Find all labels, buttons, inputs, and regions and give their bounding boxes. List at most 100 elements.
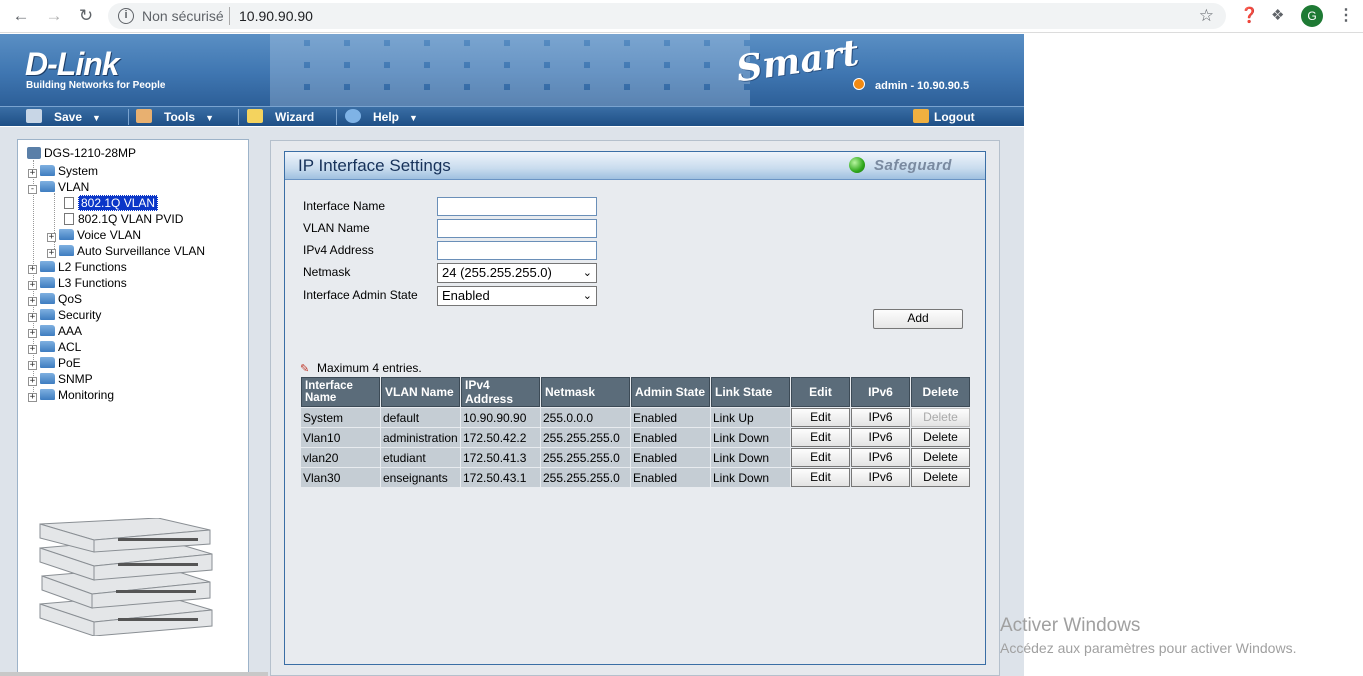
expand-icon[interactable]: + bbox=[47, 249, 56, 258]
folder-icon bbox=[40, 357, 55, 368]
cell-vlan: administration bbox=[381, 428, 460, 447]
help-menu[interactable]: Help ▼ bbox=[345, 109, 418, 125]
ipv6-button[interactable]: IPv6 bbox=[851, 448, 910, 467]
switch-icon bbox=[27, 147, 41, 159]
tree-item-poe[interactable]: + PoE bbox=[28, 355, 81, 371]
help-icon bbox=[345, 109, 361, 123]
cell-link-state: Link Down bbox=[711, 468, 790, 487]
tree-item-qos[interactable]: + QoS bbox=[28, 291, 82, 307]
tree-label-selected: 802.1Q VLAN bbox=[78, 195, 159, 211]
url-text[interactable]: 10.90.90.90 bbox=[239, 8, 313, 24]
tree-label: Auto Surveillance VLAN bbox=[77, 244, 206, 258]
horizontal-scrollbar[interactable] bbox=[0, 672, 268, 676]
wizard-icon bbox=[247, 109, 263, 123]
chevron-down-icon: ⌄ bbox=[582, 267, 592, 279]
pencil-icon: ✎ bbox=[300, 363, 310, 375]
tree-item-auto-surveillance[interactable]: + Auto Surveillance VLAN bbox=[47, 243, 205, 259]
logout-button[interactable]: Logout bbox=[913, 109, 975, 125]
table-row: vlan20 etudiant 172.50.41.3 255.255.255.… bbox=[301, 448, 970, 467]
cell-delete: Delete bbox=[911, 408, 970, 427]
edit-button[interactable]: Edit bbox=[791, 428, 850, 447]
tree-item-voice-vlan[interactable]: + Voice VLAN bbox=[47, 227, 141, 243]
vlan-name-input[interactable] bbox=[437, 219, 597, 238]
cell-netmask: 255.0.0.0 bbox=[541, 408, 630, 427]
ipv6-button[interactable]: IPv6 bbox=[851, 408, 910, 427]
delete-button[interactable]: Delete bbox=[911, 428, 970, 447]
tree-item-security[interactable]: + Security bbox=[28, 307, 101, 323]
tree-item-aaa[interactable]: + AAA bbox=[28, 323, 82, 339]
dlink-menubar: Save ▼ Tools ▼ Wizard Help ▼ Logout bbox=[0, 106, 1024, 126]
tree-item-l3[interactable]: + L3 Functions bbox=[28, 275, 127, 291]
cell-link-state: Link Up bbox=[711, 408, 790, 427]
table-row: Vlan10 administration 172.50.42.2 255.25… bbox=[301, 428, 970, 447]
delete-button-disabled: Delete bbox=[911, 408, 970, 427]
cell-edit: Edit bbox=[791, 408, 850, 427]
cell-netmask: 255.255.255.0 bbox=[541, 428, 630, 447]
expand-icon[interactable]: + bbox=[28, 345, 37, 354]
tree-item-snmp[interactable]: + SNMP bbox=[28, 371, 93, 387]
ipv6-button[interactable]: IPv6 bbox=[851, 468, 910, 487]
expand-icon[interactable]: + bbox=[28, 313, 37, 322]
netmask-select[interactable]: 24 (255.255.255.0) ⌄ bbox=[437, 263, 597, 283]
tree-item-acl[interactable]: + ACL bbox=[28, 339, 81, 355]
expand-icon[interactable]: + bbox=[28, 329, 37, 338]
interface-name-input[interactable] bbox=[437, 197, 597, 216]
col-link-state: Link State bbox=[711, 377, 790, 407]
edit-button[interactable]: Edit bbox=[791, 448, 850, 467]
admin-state-select[interactable]: Enabled ⌄ bbox=[437, 286, 597, 306]
tree-item-l2[interactable]: + L2 Functions bbox=[28, 259, 127, 275]
browser-toolbar: ← → ↻ i Non sécurisé 10.90.90.90 ☆ ❓ ❖ G… bbox=[0, 0, 1363, 33]
expand-icon[interactable]: + bbox=[28, 281, 37, 290]
tree-root[interactable]: DGS-1210-28MP bbox=[27, 145, 136, 161]
cell-interface: Vlan30 bbox=[301, 468, 380, 487]
tree-item-vlan[interactable]: - VLAN bbox=[28, 179, 89, 195]
wizard-menu[interactable]: Wizard bbox=[247, 109, 314, 125]
chevron-down-icon: ▼ bbox=[92, 113, 101, 123]
folder-icon bbox=[40, 325, 55, 336]
expand-icon[interactable]: + bbox=[47, 233, 56, 242]
delete-button[interactable]: Delete bbox=[911, 468, 970, 487]
profile-avatar[interactable]: G bbox=[1301, 5, 1323, 27]
tree-label: Security bbox=[58, 308, 102, 322]
ipv6-button[interactable]: IPv6 bbox=[851, 428, 910, 447]
forward-icon[interactable]: → bbox=[44, 6, 64, 26]
page-title: IP Interface Settings bbox=[298, 156, 451, 175]
reload-icon[interactable]: ↻ bbox=[76, 6, 96, 26]
folder-icon bbox=[40, 293, 55, 304]
delete-button[interactable]: Delete bbox=[911, 448, 970, 467]
tree-label: Monitoring bbox=[58, 388, 115, 402]
edit-button[interactable]: Edit bbox=[791, 408, 850, 427]
tree-item-monitoring[interactable]: + Monitoring bbox=[28, 387, 114, 403]
dlink-logo: D-Link bbox=[25, 46, 120, 82]
extension-question-icon[interactable]: ❓ bbox=[1240, 6, 1259, 24]
add-button[interactable]: Add bbox=[873, 309, 963, 329]
expand-icon[interactable]: + bbox=[28, 169, 37, 178]
tree-item-8021q-vlan[interactable]: 802.1Q VLAN bbox=[64, 195, 159, 211]
logout-label: Logout bbox=[934, 110, 975, 124]
tree-label: AAA bbox=[58, 324, 83, 338]
col-ipv6: IPv6 bbox=[851, 377, 910, 407]
address-bar[interactable]: i Non sécurisé 10.90.90.90 ☆ bbox=[108, 3, 1226, 29]
edit-button[interactable]: Edit bbox=[791, 468, 850, 487]
info-icon[interactable]: i bbox=[118, 8, 134, 24]
collapse-icon[interactable]: - bbox=[28, 185, 37, 194]
cell-ipv4: 172.50.43.1 bbox=[461, 468, 540, 487]
ipv4-address-input[interactable] bbox=[437, 241, 597, 260]
bookmark-star-icon[interactable]: ☆ bbox=[1199, 6, 1214, 26]
expand-icon[interactable]: + bbox=[28, 361, 37, 370]
expand-icon[interactable]: + bbox=[28, 297, 37, 306]
tools-menu[interactable]: Tools ▼ bbox=[136, 109, 214, 125]
tree-item-system[interactable]: + System bbox=[28, 163, 98, 179]
expand-icon[interactable]: + bbox=[28, 265, 37, 274]
cell-edit: Edit bbox=[791, 428, 850, 447]
browser-menu-icon[interactable]: ⋮ bbox=[1338, 5, 1354, 25]
save-menu[interactable]: Save ▼ bbox=[26, 109, 101, 125]
expand-icon[interactable]: + bbox=[28, 393, 37, 402]
back-icon[interactable]: ← bbox=[11, 6, 31, 26]
tree-item-8021q-pvid[interactable]: 802.1Q VLAN PVID bbox=[64, 211, 183, 227]
col-delete: Delete bbox=[911, 377, 970, 407]
extensions-puzzle-icon[interactable]: ❖ bbox=[1271, 6, 1284, 24]
expand-icon[interactable]: + bbox=[28, 377, 37, 386]
cell-ipv6: IPv6 bbox=[851, 468, 910, 487]
cell-delete: Delete bbox=[911, 468, 970, 487]
